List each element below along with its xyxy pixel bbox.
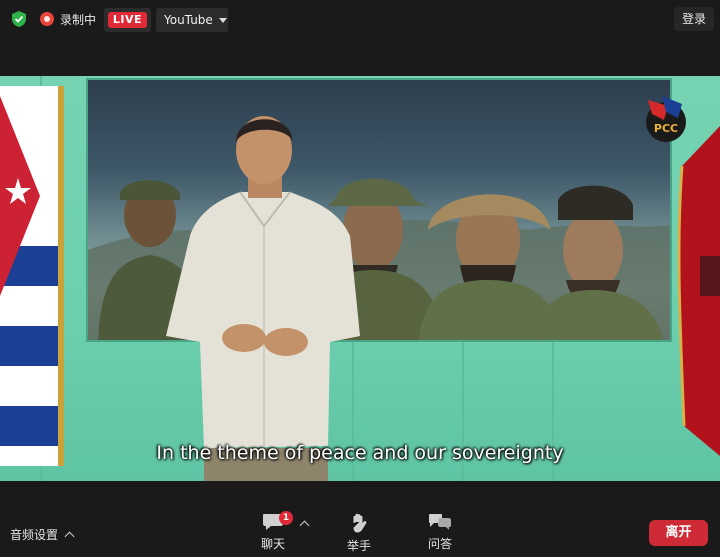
red-flag bbox=[677, 126, 720, 456]
video-subtitle: In the theme of peace and our sovereignt… bbox=[156, 442, 564, 464]
pcc-logo: PCC bbox=[646, 96, 686, 142]
pcc-logo-text: PCC bbox=[654, 122, 678, 135]
audio-settings-label: 音频设置 bbox=[10, 528, 59, 542]
chat-chevron-up-icon[interactable] bbox=[299, 520, 310, 531]
stream-target-label: YouTube bbox=[164, 13, 213, 27]
caret-down-icon bbox=[218, 17, 227, 23]
leave-button[interactable]: 离开 bbox=[649, 520, 708, 546]
bottom-toolbar: 音频设置 聊天 1 举手 问答 离开 bbox=[0, 481, 720, 557]
video-stream: PCC In the theme of peace and our sovere… bbox=[0, 76, 720, 481]
hand-icon bbox=[353, 513, 367, 533]
recording-label: 录制中 bbox=[60, 12, 97, 27]
live-badge: LIVE bbox=[108, 12, 147, 28]
live-status[interactable]: LIVE bbox=[104, 8, 151, 32]
cuban-flag bbox=[0, 86, 64, 466]
record-dot-icon bbox=[40, 12, 54, 26]
recording-indicator[interactable]: 录制中 bbox=[40, 9, 96, 29]
raise-hand-label: 举手 bbox=[346, 539, 371, 553]
qa-button[interactable]: 问答 bbox=[415, 513, 465, 552]
chat-unread-badge: 1 bbox=[279, 511, 293, 525]
login-button[interactable]: 登录 bbox=[674, 7, 714, 31]
speaker bbox=[166, 116, 360, 481]
stream-target-dropdown[interactable]: YouTube bbox=[156, 8, 228, 32]
top-toolbar: 录制中 LIVE YouTube 登录 bbox=[0, 0, 720, 76]
shield-check-icon[interactable] bbox=[10, 10, 28, 28]
chat-label: 聊天 bbox=[260, 537, 285, 551]
chevron-up-icon bbox=[64, 531, 75, 542]
qa-bubbles-icon bbox=[429, 514, 451, 530]
raise-hand-button[interactable]: 举手 bbox=[334, 513, 384, 554]
qa-label: 问答 bbox=[427, 537, 452, 551]
audio-settings-button[interactable]: 音频设置 bbox=[10, 526, 75, 543]
